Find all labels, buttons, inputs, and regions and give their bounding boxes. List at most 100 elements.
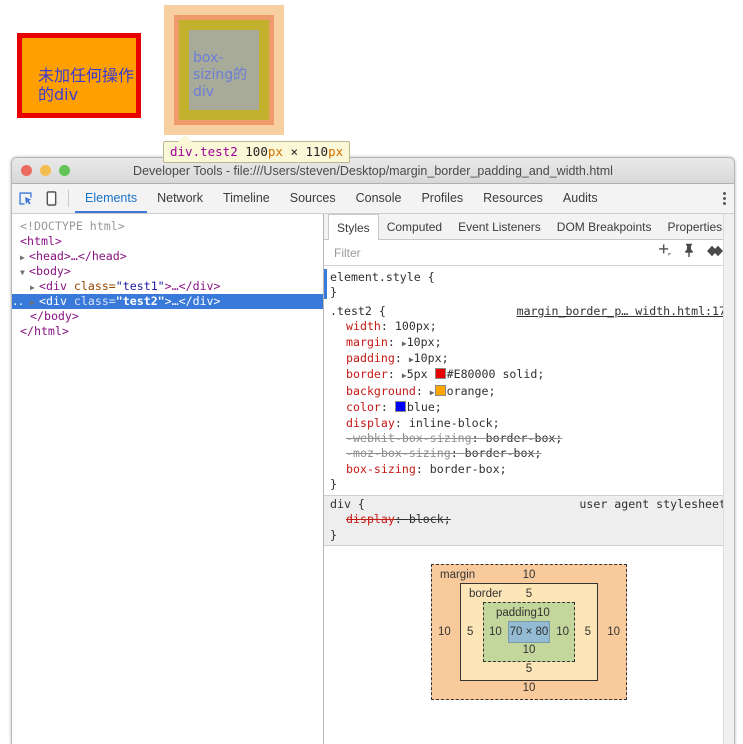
box-model-border[interactable]: border 5 5 5 padding10 10 10 70 × 80 10 … [460, 582, 598, 681]
decl-moz-box-sizing[interactable]: -moz-box-sizing: border-box; [330, 446, 728, 461]
decl-width-value[interactable]: 100px; [395, 319, 437, 333]
more-options-icon[interactable] [723, 184, 726, 213]
pin-icon[interactable] [683, 243, 695, 262]
tab-console[interactable]: Console [346, 184, 412, 213]
decl-border[interactable]: border: ▶5px #E80000 solid; [330, 367, 728, 383]
tooltip-width: 100 [245, 144, 268, 159]
decl-width[interactable]: width: 100px; [330, 319, 728, 334]
tab-properties[interactable]: Properties [659, 214, 730, 239]
dom-row-html-close[interactable]: </html> [12, 324, 323, 339]
tab-audits[interactable]: Audits [553, 184, 608, 213]
decl-ua-display-value[interactable]: block; [409, 512, 451, 526]
decl-display[interactable]: display: inline-block; [330, 416, 728, 431]
maximize-button[interactable] [59, 165, 70, 176]
device-toolbar-icon[interactable] [38, 184, 64, 213]
rule-div-user-agent[interactable]: div { user agent stylesheet display: blo… [324, 494, 734, 546]
color-swatch-color[interactable] [394, 401, 406, 413]
box-model-border-bottom[interactable]: 5 [526, 663, 532, 675]
test1-div[interactable]: 未加任何操作的div [17, 33, 141, 118]
box-model-content-size[interactable]: 70 × 80 [510, 626, 549, 638]
decl-border-name: border [346, 367, 388, 382]
dom-row-body-close[interactable]: </body> [12, 309, 323, 324]
box-model-margin-right[interactable]: 10 [607, 626, 620, 638]
close-button[interactable] [21, 165, 32, 176]
tab-computed[interactable]: Computed [379, 214, 450, 239]
minimize-button[interactable] [40, 165, 51, 176]
devtools-panels: <!DOCTYPE html> <html> ▶ <head>…</head> ▼… [12, 214, 734, 744]
decl-background[interactable]: background: ▶ orange; [330, 384, 728, 400]
box-model-margin-bottom[interactable]: 10 [523, 682, 536, 694]
box-model-diagram[interactable]: margin 10 10 10 border 5 5 5 padding10 1… [431, 563, 627, 700]
box-model-padding-top[interactable]: 10 [537, 607, 550, 619]
box-model-margin-top[interactable]: 10 [523, 569, 536, 581]
inspect-element-icon[interactable] [12, 184, 38, 213]
tab-dom-breakpoints[interactable]: DOM Breakpoints [549, 214, 660, 239]
tab-profiles-label: Profiles [421, 190, 464, 205]
filter-input[interactable] [332, 244, 657, 261]
box-model-margin-left[interactable]: 10 [438, 626, 451, 638]
traffic-lights [21, 165, 70, 176]
tab-timeline-label: Timeline [222, 190, 270, 205]
decl-background-value[interactable]: orange; [447, 384, 496, 398]
box-model-border-top[interactable]: 5 [526, 588, 532, 600]
color-swatch-background[interactable] [434, 384, 446, 396]
tab-event-listeners[interactable]: Event Listeners [450, 214, 549, 239]
decl-padding[interactable]: padding: ▶10px; [330, 351, 728, 367]
decl-padding-value[interactable]: 10px; [414, 351, 449, 365]
expand-triangle-icon[interactable]: ▶ [20, 250, 29, 265]
decl-border-value[interactable]: #E80000 solid; [447, 367, 545, 381]
collapse-triangle-icon[interactable]: ▼ [20, 265, 29, 280]
color-swatch-border[interactable] [434, 368, 446, 380]
box-model-content[interactable]: 70 × 80 [508, 620, 550, 643]
tab-sources[interactable]: Sources [280, 184, 346, 213]
rule-test2[interactable]: .test2 { margin_border_p… width.html:17 … [324, 303, 734, 495]
decl-color-value[interactable]: blue; [407, 400, 442, 414]
box-model-padding-left[interactable]: 10 [489, 626, 502, 638]
dom-row-div-test1[interactable]: ▶ <div class="test1">…</div> [12, 279, 323, 294]
new-style-rule-icon[interactable] [657, 243, 672, 262]
expand-triangle-icon[interactable]: ▶ [30, 280, 39, 295]
decl-color[interactable]: color: blue; [330, 400, 728, 415]
decl-margin-value[interactable]: 10px; [407, 335, 442, 349]
test2-rule-source-link[interactable]: margin_border_p… width.html:17 [517, 304, 726, 319]
box-model-padding[interactable]: padding10 10 10 70 × 80 10 [483, 601, 575, 662]
dom-tree-panel[interactable]: <!DOCTYPE html> <html> ▶ <head>…</head> ▼… [12, 214, 324, 744]
dom-row-doctype[interactable]: <!DOCTYPE html> [12, 219, 323, 234]
decl-moz-box-sizing-value[interactable]: border-box; [465, 446, 542, 460]
box-model-padding-bottom[interactable]: 10 [523, 644, 536, 656]
decl-display-value[interactable]: inline-block; [409, 416, 500, 430]
styles-filter-bar [324, 240, 734, 266]
box-model-border-right[interactable]: 5 [585, 626, 591, 638]
decl-margin[interactable]: margin: ▶10px; [330, 335, 728, 351]
decl-background-name: background [346, 383, 416, 398]
tab-profiles[interactable]: Profiles [411, 184, 473, 213]
tab-resources[interactable]: Resources [473, 184, 553, 213]
rule-element-style[interactable]: element.style { } [324, 269, 734, 303]
decl-webkit-box-sizing[interactable]: -webkit-box-sizing: border-box; [330, 431, 728, 446]
test2-div-text: box-sizing的div [193, 50, 248, 100]
decl-webkit-box-sizing-value[interactable]: border-box; [486, 431, 563, 445]
styles-panel-scrollbar[interactable] [723, 214, 734, 744]
dom-row-html-open[interactable]: <html> [12, 234, 323, 249]
tab-timeline[interactable]: Timeline [213, 184, 280, 213]
element-style-selector[interactable]: element.style { [330, 270, 728, 285]
tooltip-separator: × [290, 144, 298, 159]
element-state-icon[interactable] [706, 244, 724, 262]
decl-box-sizing[interactable]: box-sizing: border-box; [330, 462, 728, 477]
dom-row-head[interactable]: ▶ <head>…</head> [12, 249, 323, 264]
dom-row-body-open[interactable]: ▼ <body> [12, 264, 323, 279]
box-model-border-left[interactable]: 5 [467, 626, 473, 638]
box-model-margin[interactable]: margin 10 10 10 border 5 5 5 padding10 1… [431, 563, 627, 700]
expand-triangle-icon[interactable]: ▶ [30, 295, 39, 310]
dom-row-div-test2[interactable]: ·· ▶ <div class="test2">…</div> [12, 294, 323, 311]
tab-elements[interactable]: Elements [75, 184, 148, 213]
tab-network[interactable]: Network [147, 184, 213, 213]
decl-ua-display[interactable]: display: block; [330, 512, 728, 527]
tab-properties-label: Properties [667, 219, 723, 234]
element-style-close-brace: } [330, 285, 337, 300]
box-model-padding-right[interactable]: 10 [556, 626, 569, 638]
decl-box-sizing-value[interactable]: border-box; [430, 462, 507, 476]
window-title: Developer Tools - file:///Users/steven/D… [133, 163, 613, 178]
tab-styles[interactable]: Styles [328, 214, 379, 240]
decl-ua-display-name: display [346, 512, 395, 527]
